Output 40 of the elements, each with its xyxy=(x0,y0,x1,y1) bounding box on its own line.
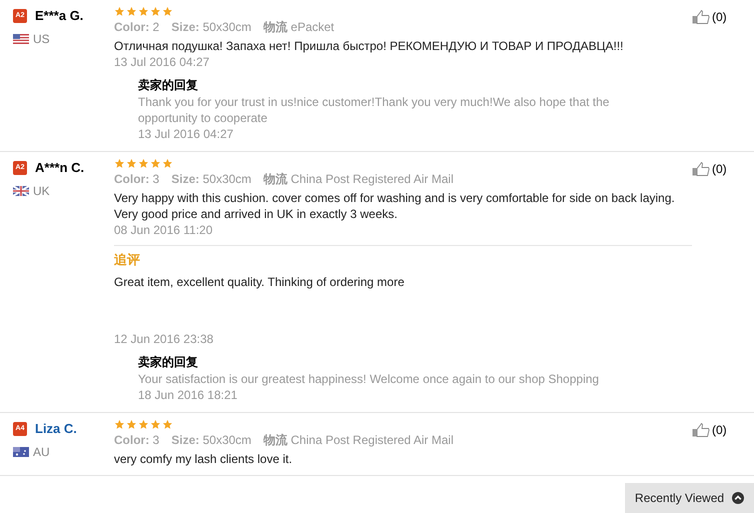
seller-reply-text: Your satisfaction is our greatest happiness! Welcome once again to our shop Shopping xyxy=(138,371,600,387)
review-text: Very happy with this cushion. cover comes off for washing and is very comfortable for side on back laying. Very good price and arrived in UK in exactly 3 weeks. xyxy=(114,190,676,222)
order-detail: Size: 50x30cm xyxy=(171,171,252,188)
review-date: 18 Jun 2016 18:21 xyxy=(138,387,238,404)
thumbs-up-icon xyxy=(692,423,710,437)
review-date: 12 Jun 2016 23:38 xyxy=(114,331,214,348)
review-date: 13 Jul 2016 04:27 xyxy=(138,126,234,143)
recently-viewed-button[interactable]: Recently Viewed xyxy=(625,483,754,513)
order-detail: 物流 China Post Registered Air Mail xyxy=(263,171,454,188)
review-text: very comfy my lash clients love it. xyxy=(114,451,294,467)
order-detail: Size: 50x30cm xyxy=(171,19,252,36)
review-text: Отличная подушка! Запаха нет! Пришла быстро! РЕКОМЕНДУЮ И ТОВАР И ПРОДАВЦА!!! xyxy=(114,38,624,54)
seller-reply-label: 卖家的回复 xyxy=(138,354,199,371)
country-code: US xyxy=(33,30,50,48)
like-button[interactable]: (0) xyxy=(692,160,727,178)
flag-icon xyxy=(13,34,29,44)
followup-label: 追评 xyxy=(114,252,141,269)
review-date: 08 Jun 2016 11:20 xyxy=(114,222,214,239)
like-button[interactable]: (0) xyxy=(692,421,727,439)
country-code: UK xyxy=(33,182,50,200)
seller-reply-label: 卖家的回复 xyxy=(138,77,199,94)
followup-text: Great item, excellent quality. Thinking of ordering more xyxy=(114,274,406,291)
seller-reply-text: Thank you for your trust in us!nice customer!Thank you very much!We also hope that the opportunity to cooperate xyxy=(138,94,610,126)
flag-icon xyxy=(13,446,29,456)
like-button[interactable]: (0) xyxy=(692,8,727,26)
order-detail: 物流 ePacket xyxy=(263,19,334,36)
reviewer-name: E***a G. xyxy=(35,7,84,25)
order-detail: Color: 3 xyxy=(114,432,160,449)
order-detail: Color: 2 xyxy=(114,19,160,36)
reviewer-name: A***n C. xyxy=(35,159,84,177)
order-detail: Color: 3 xyxy=(114,171,160,188)
reviewer-name: Liza C. xyxy=(35,420,77,438)
flag-icon xyxy=(13,186,29,196)
chevron-up-icon xyxy=(732,492,744,504)
thumbs-up-icon xyxy=(692,10,710,24)
order-detail: Size: 50x30cm xyxy=(171,432,252,449)
thumbs-up-icon xyxy=(692,162,710,176)
country-code: AU xyxy=(33,444,50,460)
order-detail: 物流 China Post Registered Air Mail xyxy=(263,432,454,449)
review-date: 13 Jul 2016 04:27 xyxy=(114,54,210,71)
